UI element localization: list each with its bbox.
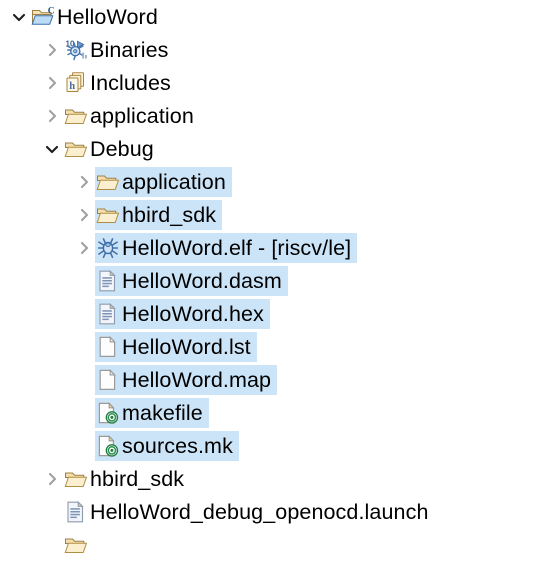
chevron-right-icon[interactable] bbox=[73, 231, 95, 264]
tree-item-label: HelloWord.map bbox=[122, 367, 272, 392]
project-explorer-tree[interactable]: C HelloWord 10 Binaries h Includes application… bbox=[0, 0, 552, 553]
tree-item-helloword-lst[interactable]: HelloWord.lst bbox=[95, 331, 257, 362]
chevron-right-icon[interactable] bbox=[41, 462, 63, 495]
blank-file-icon bbox=[95, 367, 121, 393]
tree-item-label: sources.mk bbox=[122, 433, 233, 458]
folder-icon bbox=[63, 136, 89, 162]
chevron-down-icon[interactable] bbox=[41, 132, 63, 165]
chevron-right-icon[interactable] bbox=[73, 165, 95, 198]
tree-item-helloword-elf[interactable]: HelloWord.elf - [riscv/le] bbox=[95, 232, 358, 263]
tree-row-helloword-debug-openocd-launch[interactable]: HelloWord_debug_openocd.launch bbox=[0, 495, 552, 528]
tree-row-debug-hbird-sdk[interactable]: hbird_sdk bbox=[0, 198, 552, 231]
tree-row-helloword-lst[interactable]: HelloWord.lst bbox=[0, 330, 552, 363]
tree-item-label: HelloWord.hex bbox=[122, 301, 264, 326]
makefile-icon bbox=[95, 400, 121, 426]
folder-icon bbox=[95, 169, 121, 195]
tree-item-label: makefile bbox=[122, 400, 203, 425]
blank-file-icon bbox=[95, 334, 121, 360]
tree-item-label: HelloWord.dasm bbox=[122, 268, 282, 293]
chevron-right-icon[interactable] bbox=[41, 99, 63, 132]
tree-row-makefile[interactable]: makefile bbox=[0, 396, 552, 429]
tree-item-label: hbird_sdk bbox=[122, 202, 217, 227]
tree-row-helloword-hex[interactable]: HelloWord.hex bbox=[0, 297, 552, 330]
text-file-icon bbox=[95, 268, 121, 294]
chevron-down-icon[interactable] bbox=[8, 0, 30, 33]
tree-item-label: Debug bbox=[90, 136, 154, 161]
tree-row-application-src[interactable]: application bbox=[0, 99, 552, 132]
tree-item-partial-bottom-folder[interactable] bbox=[63, 530, 96, 560]
tree-row-helloword-project[interactable]: C HelloWord bbox=[0, 0, 552, 33]
folder-icon bbox=[95, 202, 121, 228]
tree-item-label: HelloWord.lst bbox=[122, 334, 251, 359]
launch-file-icon bbox=[63, 499, 89, 525]
tree-row-includes[interactable]: h Includes bbox=[0, 66, 552, 99]
tree-row-hbird-sdk[interactable]: hbird_sdk bbox=[0, 462, 552, 495]
tree-item-label: HelloWord.elf - [riscv/le] bbox=[122, 235, 352, 260]
tree-row-sources-mk[interactable]: sources.mk bbox=[0, 429, 552, 462]
tree-row-binaries[interactable]: 10 Binaries bbox=[0, 33, 552, 66]
tree-row-helloword-elf[interactable]: HelloWord.elf - [riscv/le] bbox=[0, 231, 552, 264]
tree-item-debug-hbird-sdk[interactable]: hbird_sdk bbox=[95, 199, 223, 230]
tree-item-application-src[interactable]: application bbox=[63, 101, 200, 131]
tree-item-debug[interactable]: Debug bbox=[63, 134, 160, 164]
tree-item-helloword-map[interactable]: HelloWord.map bbox=[95, 364, 278, 395]
tree-item-label: Binaries bbox=[90, 37, 169, 62]
folder-icon bbox=[63, 532, 89, 558]
tree-item-label: application bbox=[90, 103, 194, 128]
chevron-right-icon[interactable] bbox=[41, 33, 63, 66]
tree-item-label: Includes bbox=[90, 70, 171, 95]
tree-item-sources-mk[interactable]: sources.mk bbox=[95, 430, 239, 461]
tree-item-includes[interactable]: h Includes bbox=[63, 68, 177, 98]
svg-text:h: h bbox=[69, 81, 75, 92]
folder-icon bbox=[63, 466, 89, 492]
tree-item-debug-application[interactable]: application bbox=[95, 166, 232, 197]
tree-item-makefile[interactable]: makefile bbox=[95, 397, 209, 428]
tree-item-binaries[interactable]: 10 Binaries bbox=[63, 35, 174, 65]
tree-row-helloword-map[interactable]: HelloWord.map bbox=[0, 363, 552, 396]
c-project-folder-icon: C bbox=[30, 4, 56, 30]
tree-item-label: hbird_sdk bbox=[90, 466, 185, 491]
chevron-right-icon[interactable] bbox=[73, 198, 95, 231]
tree-item-helloword-dasm[interactable]: HelloWord.dasm bbox=[95, 265, 288, 296]
text-file-icon bbox=[95, 301, 121, 327]
tree-item-helloword-hex[interactable]: HelloWord.hex bbox=[95, 298, 270, 329]
folder-icon bbox=[63, 103, 89, 129]
tree-row-debug[interactable]: Debug bbox=[0, 132, 552, 165]
tree-row-debug-application[interactable]: application bbox=[0, 165, 552, 198]
tree-item-label: HelloWord bbox=[57, 4, 158, 29]
makefile-icon bbox=[95, 433, 121, 459]
binaries-icon: 10 bbox=[63, 37, 89, 63]
tree-row-helloword-dasm[interactable]: HelloWord.dasm bbox=[0, 264, 552, 297]
tree-row-partial-bottom-folder[interactable] bbox=[0, 528, 552, 561]
chevron-right-icon[interactable] bbox=[41, 66, 63, 99]
tree-item-helloword-project[interactable]: C HelloWord bbox=[30, 2, 164, 32]
includes-icon: h bbox=[63, 70, 89, 96]
tree-item-label: application bbox=[122, 169, 226, 194]
executable-bug-icon bbox=[95, 235, 121, 261]
tree-item-hbird-sdk[interactable]: hbird_sdk bbox=[63, 464, 190, 494]
tree-item-helloword-debug-openocd-launch[interactable]: HelloWord_debug_openocd.launch bbox=[63, 497, 435, 527]
svg-text:C: C bbox=[48, 6, 55, 16]
tree-item-label: HelloWord_debug_openocd.launch bbox=[90, 499, 429, 524]
